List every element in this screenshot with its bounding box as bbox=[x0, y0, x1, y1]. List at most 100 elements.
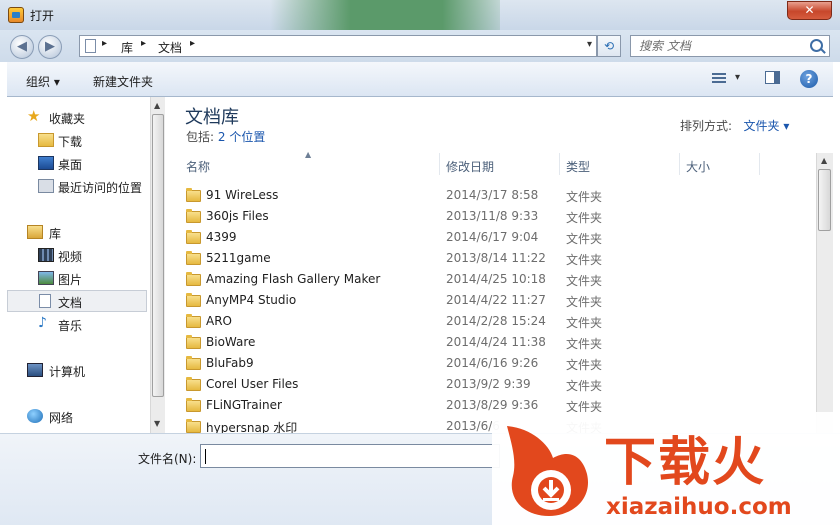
file-date: 2013/9/2 9:39 bbox=[446, 377, 531, 391]
recent-places-icon bbox=[38, 179, 54, 193]
desktop-icon bbox=[38, 156, 54, 170]
column-header-date[interactable]: 修改日期 bbox=[446, 158, 494, 175]
arrange-label: 排列方式: bbox=[680, 119, 733, 133]
sidebar-item-downloads[interactable]: 下载 bbox=[7, 129, 147, 151]
back-button[interactable]: ◀ bbox=[10, 35, 34, 59]
file-date: 2014/3/17 8:58 bbox=[446, 188, 539, 202]
help-icon[interactable]: ? bbox=[800, 70, 818, 88]
sidebar-item-network[interactable]: 网络 bbox=[7, 405, 147, 427]
column-divider[interactable] bbox=[679, 153, 680, 175]
window-title: 打开 bbox=[30, 9, 55, 23]
address-dropdown-icon[interactable]: ▾ bbox=[587, 39, 592, 50]
folder-icon bbox=[186, 272, 201, 286]
library-title: 文档库 bbox=[185, 107, 239, 128]
column-divider[interactable] bbox=[559, 153, 560, 175]
file-date: 2014/6/17 9:04 bbox=[446, 230, 539, 244]
includes-locations-link[interactable]: 2 个位置 bbox=[218, 130, 265, 144]
file-name: ARO bbox=[206, 314, 232, 328]
filename-input[interactable] bbox=[200, 444, 500, 468]
file-type: 文件夹 bbox=[566, 253, 603, 267]
scrollbar-thumb[interactable] bbox=[818, 169, 831, 231]
crumb-separator[interactable]: ▸ bbox=[190, 38, 195, 49]
sidebar-item-computer[interactable]: 计算机 bbox=[7, 359, 147, 381]
view-dropdown-icon[interactable]: ▾ bbox=[735, 72, 740, 83]
navigation-pane: ★ 收藏夹 下载 桌面 最近访问的位置 库 视频 图片 文档 ♪ 音乐 计算机 bbox=[7, 97, 150, 433]
sidebar-item-label: 最近访问的位置 bbox=[58, 181, 143, 195]
file-row[interactable]: BioWare 2014/4/24 11:38 文件夹 bbox=[180, 332, 800, 353]
documents-icon bbox=[85, 39, 96, 53]
file-date: 2014/4/24 11:38 bbox=[446, 335, 546, 349]
sidebar-item-libraries[interactable]: 库 bbox=[7, 221, 147, 243]
folder-icon bbox=[186, 209, 201, 223]
folder-icon bbox=[186, 251, 201, 265]
crumb-separator[interactable]: ▸ bbox=[141, 38, 146, 49]
search-input[interactable] bbox=[631, 36, 815, 56]
file-date: 2014/4/25 10:18 bbox=[446, 272, 546, 286]
refresh-button[interactable]: ⟲ bbox=[597, 35, 621, 57]
file-row[interactable]: 91 WireLess 2014/3/17 8:58 文件夹 bbox=[180, 185, 800, 206]
watermark-logo bbox=[507, 426, 589, 516]
sidebar-item-label: 下载 bbox=[58, 135, 83, 149]
file-type: 文件夹 bbox=[566, 211, 603, 225]
file-name: AnyMP4 Studio bbox=[206, 293, 297, 307]
file-row[interactable]: BluFab9 2014/6/16 9:26 文件夹 bbox=[180, 353, 800, 374]
column-divider[interactable] bbox=[439, 153, 440, 175]
libraries-icon bbox=[27, 225, 43, 239]
file-name: 5211game bbox=[206, 251, 271, 265]
folder-icon bbox=[186, 293, 201, 307]
column-header-type[interactable]: 类型 bbox=[566, 158, 590, 175]
arrange-by: 排列方式: 文件夹 ▾ bbox=[680, 117, 789, 134]
watermark-url: xiazaihuo.com bbox=[606, 494, 792, 520]
file-type: 文件夹 bbox=[566, 316, 603, 330]
sidebar-item-recent-places[interactable]: 最近访问的位置 bbox=[7, 175, 149, 197]
crumb-documents[interactable]: 文档 bbox=[158, 39, 182, 56]
sidebar-item-pictures[interactable]: 图片 bbox=[7, 267, 147, 289]
file-row[interactable]: AnyMP4 Studio 2014/4/22 11:27 文件夹 bbox=[180, 290, 800, 311]
crumb-separator[interactable]: ▸ bbox=[102, 38, 107, 49]
sidebar-item-videos[interactable]: 视频 bbox=[7, 244, 147, 266]
toolbar: 组织 ▾ 新建文件夹 bbox=[7, 62, 833, 97]
scroll-up-icon[interactable]: ▲ bbox=[821, 156, 827, 165]
sidebar-item-desktop[interactable]: 桌面 bbox=[7, 152, 147, 174]
crumb-libraries[interactable]: 库 bbox=[121, 39, 133, 56]
address-bar[interactable]: ▸ 库 ▸ 文档 ▸ ▾ bbox=[79, 35, 597, 57]
file-name: 360js Files bbox=[206, 209, 269, 223]
library-includes: 包括: 2 个位置 bbox=[186, 128, 265, 145]
file-row[interactable]: 5211game 2013/8/14 11:22 文件夹 bbox=[180, 248, 800, 269]
organize-button[interactable]: 组织 ▾ bbox=[26, 73, 60, 90]
search-icon[interactable] bbox=[810, 39, 823, 52]
new-folder-button[interactable]: 新建文件夹 bbox=[93, 73, 153, 90]
column-header-size[interactable]: 大小 bbox=[686, 158, 710, 175]
file-row[interactable]: Corel User Files 2013/9/2 9:39 文件夹 bbox=[180, 374, 800, 395]
file-row[interactable]: 360js Files 2013/11/8 9:33 文件夹 bbox=[180, 206, 800, 227]
sidebar-scrollbar[interactable]: ▲ ▼ bbox=[150, 97, 165, 433]
arrange-by-dropdown[interactable]: 文件夹 ▾ bbox=[744, 119, 790, 133]
forward-button[interactable]: ▶ bbox=[38, 35, 62, 59]
scroll-up-icon[interactable]: ▲ bbox=[154, 101, 160, 110]
file-row[interactable]: Amazing Flash Gallery Maker 2014/4/25 10:… bbox=[180, 269, 800, 290]
preview-pane-icon[interactable] bbox=[765, 71, 780, 84]
app-icon bbox=[8, 7, 24, 23]
file-type: 文件夹 bbox=[566, 190, 603, 204]
sidebar-item-music[interactable]: ♪ 音乐 bbox=[7, 313, 147, 335]
computer-icon bbox=[27, 363, 43, 377]
music-icon: ♪ bbox=[38, 315, 47, 331]
file-date: 2014/2/28 15:24 bbox=[446, 314, 546, 328]
search-box[interactable] bbox=[630, 35, 830, 57]
column-divider[interactable] bbox=[759, 153, 760, 175]
sidebar-item-documents[interactable]: 文档 bbox=[7, 290, 147, 312]
file-date: 2014/6/16 9:26 bbox=[446, 356, 539, 370]
folder-icon bbox=[186, 377, 201, 391]
file-row[interactable]: ARO 2014/2/28 15:24 文件夹 bbox=[180, 311, 800, 332]
folder-icon bbox=[186, 398, 201, 412]
file-name: 91 WireLess bbox=[206, 188, 279, 202]
file-list-scrollbar[interactable]: ▲ bbox=[816, 153, 833, 433]
sidebar-item-favorites[interactable]: ★ 收藏夹 bbox=[7, 106, 147, 128]
sidebar-item-label: 网络 bbox=[49, 411, 74, 425]
scrollbar-thumb[interactable] bbox=[152, 114, 164, 397]
view-options-icon[interactable] bbox=[712, 73, 726, 83]
close-button[interactable]: ✕ bbox=[787, 1, 832, 20]
scroll-down-icon[interactable]: ▼ bbox=[154, 419, 160, 428]
file-row[interactable]: 4399 2014/6/17 9:04 文件夹 bbox=[180, 227, 800, 248]
column-header-name[interactable]: 名称 bbox=[186, 158, 210, 175]
